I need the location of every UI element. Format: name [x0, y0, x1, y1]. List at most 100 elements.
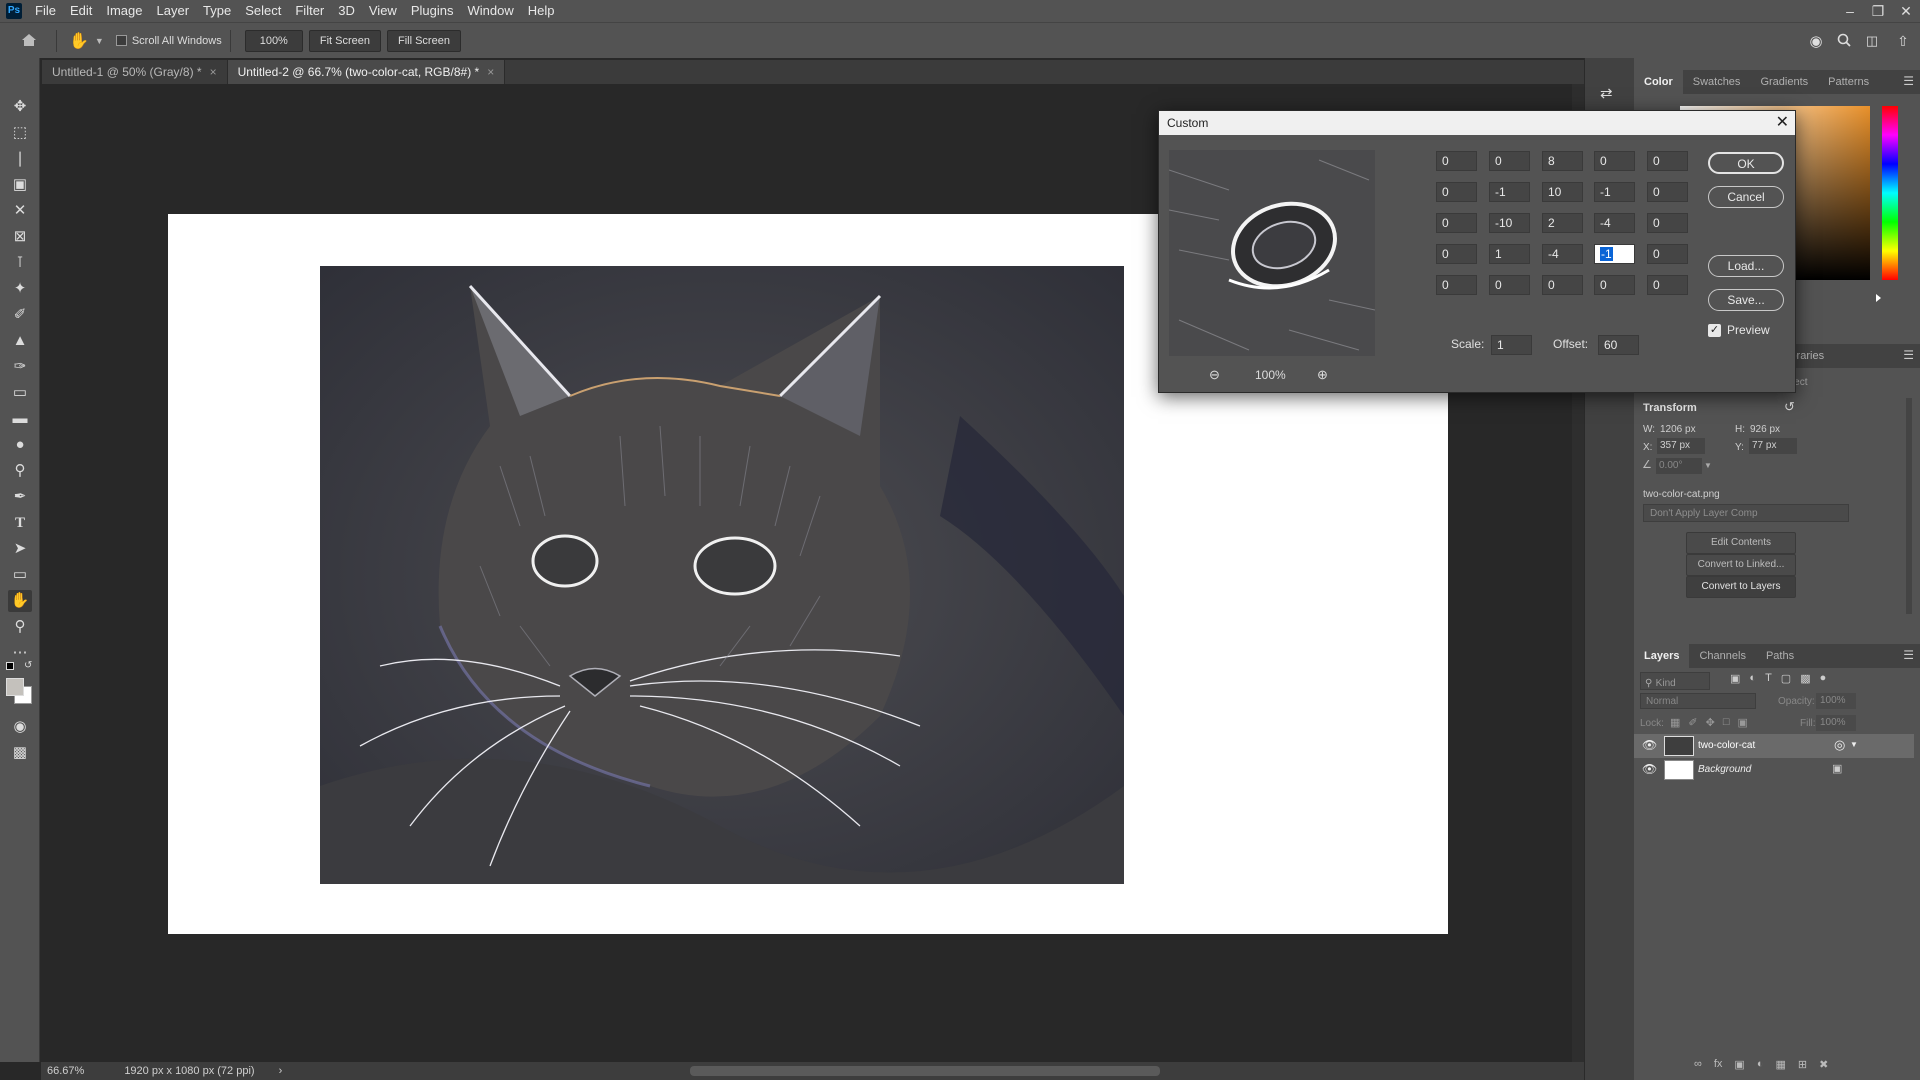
quick-selection-icon[interactable]: ✕: [8, 200, 32, 222]
w-value[interactable]: 1206 px: [1660, 424, 1696, 435]
zoom-100-button[interactable]: 100%: [244, 29, 303, 52]
ok-button[interactable]: OK: [1708, 152, 1784, 174]
tab-swatches[interactable]: Swatches: [1683, 70, 1751, 94]
edit-contents-button[interactable]: Edit Contents: [1686, 532, 1796, 554]
matrix-cell[interactable]: 8: [1542, 151, 1583, 171]
close-tab-icon[interactable]: ×: [210, 65, 217, 79]
layer-filter-kind[interactable]: ⚲ Kind: [1640, 672, 1710, 690]
blend-mode-select[interactable]: Normal: [1640, 693, 1756, 709]
history-panel-icon[interactable]: ⇄: [1600, 84, 1620, 104]
layer-row[interactable]: 👁 Background ▣: [1634, 758, 1914, 782]
filter-adjustment-icon[interactable]: ◐: [1749, 672, 1756, 685]
brush-tool-icon[interactable]: ✐: [8, 304, 32, 326]
eyedropper-icon[interactable]: ⊺: [8, 252, 32, 274]
chevron-down-icon[interactable]: ▼: [1704, 461, 1712, 470]
menu-layer[interactable]: Layer: [150, 0, 197, 22]
matrix-cell[interactable]: 0: [1647, 182, 1688, 202]
tab-patterns[interactable]: Patterns: [1818, 70, 1879, 94]
convert-to-layers-button[interactable]: Convert to Layers: [1686, 576, 1796, 598]
new-group-icon[interactable]: ▦: [1775, 1058, 1785, 1071]
visibility-eye-icon[interactable]: 👁: [1642, 738, 1657, 752]
swap-colors-icon[interactable]: ↺: [24, 660, 32, 671]
tab-untitled-2[interactable]: Untitled-2 @ 66.7% (two-color-cat, RGB/8…: [227, 60, 506, 84]
panel-menu-icon[interactable]: ☰: [1903, 648, 1914, 662]
lock-position-icon[interactable]: ✥: [1706, 716, 1715, 729]
x-field[interactable]: 357 px: [1657, 438, 1705, 454]
hue-slider-handle[interactable]: [1876, 294, 1881, 302]
filter-pixel-icon[interactable]: ▣: [1730, 672, 1740, 685]
load-button[interactable]: Load...: [1708, 255, 1784, 277]
tab-untitled-1[interactable]: Untitled-1 @ 50% (Gray/8) * ×: [42, 60, 228, 84]
matrix-cell[interactable]: -1: [1489, 182, 1530, 202]
home-icon[interactable]: [20, 31, 40, 51]
tab-layers[interactable]: Layers: [1634, 644, 1690, 668]
minimize-icon[interactable]: –: [1836, 0, 1864, 22]
tab-paths[interactable]: Paths: [1756, 644, 1804, 668]
matrix-cell[interactable]: -4: [1594, 213, 1635, 233]
tab-gradients[interactable]: Gradients: [1750, 70, 1818, 94]
chevron-right-icon[interactable]: ›: [279, 1065, 283, 1077]
layer-name[interactable]: two-color-cat: [1698, 740, 1755, 751]
lasso-tool-icon[interactable]: ❘: [8, 148, 32, 170]
eraser-icon[interactable]: ▭: [8, 382, 32, 404]
lock-artboard-icon[interactable]: □: [1723, 716, 1730, 729]
tab-color[interactable]: Color: [1634, 70, 1683, 94]
lock-transparent-icon[interactable]: ▦: [1670, 716, 1680, 729]
matrix-cell[interactable]: 0: [1647, 275, 1688, 295]
foreground-color-swatch[interactable]: [6, 678, 24, 696]
reset-transform-icon[interactable]: ↺: [1784, 399, 1795, 415]
fill-screen-button[interactable]: Fill Screen: [386, 29, 461, 52]
horizontal-scrollbar[interactable]: [690, 1066, 1160, 1076]
close-icon[interactable]: ✕: [1776, 111, 1789, 135]
scale-input[interactable]: 1: [1491, 335, 1532, 355]
properties-scrollbar[interactable]: [1906, 398, 1912, 614]
blur-tool-icon[interactable]: ●: [8, 434, 32, 456]
clone-stamp-icon[interactable]: ▲: [8, 330, 32, 352]
matrix-cell[interactable]: -1: [1594, 182, 1635, 202]
zoom-level[interactable]: 66.67%: [47, 1065, 84, 1077]
matrix-cell[interactable]: 0: [1436, 275, 1477, 295]
object-selection-tool-icon[interactable]: ▣: [8, 174, 32, 196]
hue-slider[interactable]: [1882, 106, 1898, 280]
menu-plugins[interactable]: Plugins: [404, 0, 461, 22]
y-field[interactable]: 77 px: [1749, 438, 1797, 454]
menu-3d[interactable]: 3D: [331, 0, 362, 22]
lock-pixels-icon[interactable]: ✐: [1688, 716, 1697, 729]
matrix-cell[interactable]: 0: [1436, 213, 1477, 233]
filter-type-icon[interactable]: T: [1765, 672, 1772, 685]
healing-brush-icon[interactable]: ✦: [8, 278, 32, 300]
zoom-tool-icon[interactable]: ⚲: [8, 616, 32, 638]
matrix-cell[interactable]: 0: [1436, 182, 1477, 202]
photoshop-logo-icon[interactable]: Ps: [6, 3, 22, 19]
matrix-cell[interactable]: -1: [1594, 244, 1635, 264]
matrix-cell[interactable]: 0: [1647, 244, 1688, 264]
filter-smart-object-icon[interactable]: ▩: [1800, 672, 1810, 685]
marquee-tool-icon[interactable]: ⬚: [8, 122, 32, 144]
fit-screen-button[interactable]: Fit Screen: [308, 29, 381, 52]
gradient-tool-icon[interactable]: ▬: [8, 408, 32, 430]
hand-tool-icon[interactable]: ✋: [8, 590, 32, 612]
layer-row[interactable]: 👁 two-color-cat ◎ ▼: [1634, 734, 1914, 758]
menu-view[interactable]: View: [362, 0, 404, 22]
matrix-cell[interactable]: 0: [1542, 275, 1583, 295]
matrix-cell[interactable]: 0: [1489, 151, 1530, 171]
tab-channels[interactable]: Channels: [1689, 644, 1755, 668]
menu-help[interactable]: Help: [521, 0, 562, 22]
dodge-tool-icon[interactable]: ⚲: [8, 460, 32, 482]
filter-preview[interactable]: [1169, 150, 1375, 356]
pen-tool-icon[interactable]: ✒: [8, 486, 32, 508]
hand-tool-icon[interactable]: ✋: [69, 31, 89, 51]
offset-input[interactable]: 60: [1598, 335, 1639, 355]
convert-to-linked-button[interactable]: Convert to Linked...: [1686, 554, 1796, 576]
h-value[interactable]: 926 px: [1750, 424, 1780, 435]
zoom-out-icon[interactable]: ⊖: [1209, 367, 1220, 383]
path-selection-icon[interactable]: ➤: [8, 538, 32, 560]
type-tool-icon[interactable]: T: [8, 512, 32, 534]
quick-mask-icon[interactable]: ◉: [8, 716, 32, 738]
adjustment-layer-icon[interactable]: ◐: [1757, 1058, 1764, 1071]
workspace-icon[interactable]: ◫: [1858, 33, 1886, 49]
delete-layer-icon[interactable]: ✖: [1819, 1058, 1828, 1071]
matrix-cell[interactable]: 0: [1594, 275, 1635, 295]
matrix-cell[interactable]: -10: [1489, 213, 1530, 233]
menu-image[interactable]: Image: [99, 0, 149, 22]
